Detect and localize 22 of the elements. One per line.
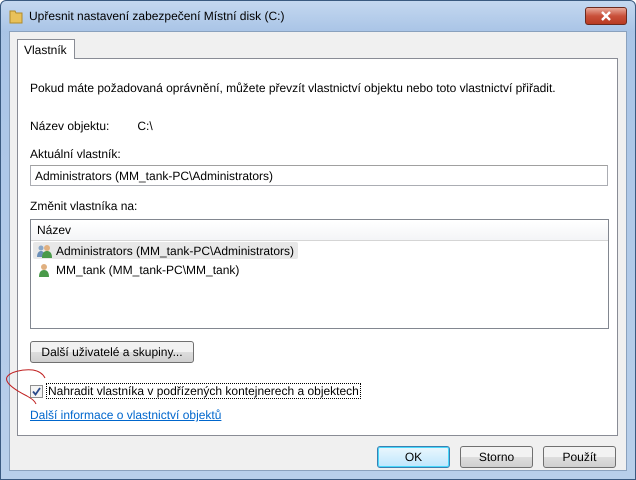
info-link[interactable]: Další informace o vlastnictví objektů [30,408,222,422]
checkbox[interactable] [30,384,43,398]
folder-icon [9,8,23,24]
list-item[interactable]: Administrators (MM_tank-PC\Administrators) [33,242,298,259]
users-icon [37,244,53,258]
annotation-scribble [5,369,47,405]
close-icon [600,11,612,21]
window-title: Upřesnit nastavení zabezpečení Místní disk (C:) [29,9,286,23]
object-name-value: C:\ [137,119,153,133]
checkbox-label[interactable]: Nahradit vlastníka v podřízených kontejnerech a objektech [46,383,361,399]
intro-text: Pokud máte požadovaná oprávnění, můžete převzít vlastnictví objektu nebo toto vlastnictví přiřadit. [30,81,557,95]
current-owner-label: Aktuální vlastník: [30,147,122,161]
dialog-button[interactable]: Storno [460,446,533,468]
current-owner-field[interactable]: Administrators (MM_tank-PC\Administrators) [30,165,608,186]
change-owner-label: Změnit vlastníka na: [30,199,138,213]
dialog-button[interactable]: Použít [543,446,616,468]
close-button[interactable] [585,7,627,25]
tab[interactable]: Vlastník [17,39,75,59]
list-item[interactable]: MM_tank (MM_tank-PC\MM_tank) [33,262,244,278]
dialog-button[interactable]: OK [377,446,450,468]
object-name-label: Název objektu: [30,119,110,133]
more-users-button[interactable]: Další uživatelé a skupiny... [30,341,194,363]
